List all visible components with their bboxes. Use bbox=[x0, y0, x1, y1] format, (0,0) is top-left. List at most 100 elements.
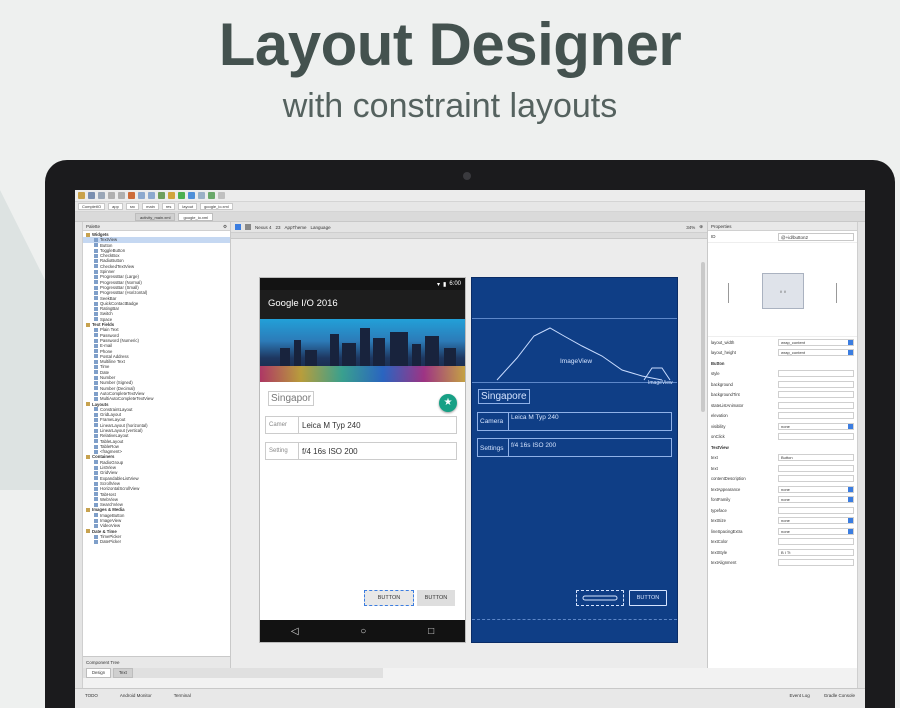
tool-window-bar: TODO Android Monitor Terminal Event Log … bbox=[75, 688, 865, 708]
property-field[interactable] bbox=[778, 370, 854, 378]
cut-icon[interactable] bbox=[128, 192, 135, 199]
breadcrumb-item[interactable]: CompletIO bbox=[78, 203, 106, 210]
app-title[interactable]: Google I/O 2016 bbox=[268, 298, 338, 309]
property-row: visibility none bbox=[708, 421, 857, 432]
save-icon[interactable] bbox=[88, 192, 95, 199]
bp-settings-value[interactable]: f/4 16s ISO 200 bbox=[508, 438, 672, 457]
property-field[interactable]: Button bbox=[778, 454, 854, 462]
breadcrumb-item[interactable]: main bbox=[142, 203, 159, 210]
widget-icon bbox=[94, 460, 98, 465]
tab-design[interactable]: Design bbox=[86, 668, 112, 678]
camera-value[interactable]: Leica M Typ 240 bbox=[298, 417, 456, 433]
imageview-mountain-icon[interactable] bbox=[472, 318, 678, 384]
breadcrumb-item[interactable]: res bbox=[161, 203, 176, 210]
settings-row[interactable]: Setting f/4 16s ISO 200 bbox=[265, 442, 457, 460]
todo-tab[interactable]: TODO bbox=[85, 693, 98, 698]
open-folder-icon[interactable] bbox=[78, 192, 85, 199]
design-mode-icon[interactable] bbox=[235, 224, 241, 230]
phone-preview: ▾ ▮ 6:00 Google I/O 2016 ★ Singapor Came… bbox=[259, 277, 466, 643]
left-tool-strip[interactable] bbox=[75, 222, 83, 696]
sdk-manager-icon[interactable] bbox=[208, 192, 215, 199]
component-tree-header[interactable]: Component Tree bbox=[83, 656, 231, 668]
property-field[interactable] bbox=[778, 464, 854, 472]
terminal-tab[interactable]: Terminal bbox=[174, 693, 191, 698]
imageview-label: ImageView bbox=[560, 358, 593, 365]
property-dropdown[interactable]: none bbox=[778, 496, 854, 504]
back-icon[interactable]: ◁ bbox=[291, 626, 299, 637]
property-field[interactable] bbox=[778, 380, 854, 388]
home-icon[interactable]: ○ bbox=[360, 626, 366, 637]
android-monitor-tab[interactable]: Android Monitor bbox=[120, 693, 152, 698]
fab-star-icon[interactable]: ★ bbox=[439, 394, 457, 412]
undo-icon[interactable] bbox=[108, 192, 115, 199]
camera-row[interactable]: Camer Leica M Typ 240 bbox=[265, 416, 457, 434]
bp-button[interactable]: BUTTON bbox=[629, 590, 667, 606]
property-dropdown[interactable]: wrap_content bbox=[778, 349, 854, 357]
property-field[interactable]: B I Tt bbox=[778, 548, 854, 556]
bp-selected-button[interactable] bbox=[576, 590, 624, 606]
property-field[interactable] bbox=[778, 433, 854, 441]
property-field[interactable] bbox=[778, 391, 854, 399]
debug-icon[interactable] bbox=[188, 192, 195, 199]
gradle-console-tab[interactable]: Gradle Console bbox=[824, 693, 855, 698]
property-dropdown[interactable]: none bbox=[778, 517, 854, 525]
property-dropdown[interactable]: none bbox=[778, 527, 854, 535]
building bbox=[330, 334, 339, 368]
property-field[interactable] bbox=[778, 559, 854, 567]
bp-camera-value[interactable]: Leica M Typ 240 bbox=[508, 412, 672, 431]
api-selector[interactable]: 23 bbox=[276, 225, 281, 230]
language-selector[interactable]: Language bbox=[311, 225, 331, 230]
orientation-icon[interactable] bbox=[245, 224, 251, 230]
build-icon[interactable] bbox=[168, 192, 175, 199]
sync-icon[interactable] bbox=[98, 192, 105, 199]
constraint-box[interactable]: ∨ ∨ bbox=[762, 273, 804, 309]
widget-icon bbox=[94, 354, 98, 359]
property-row: text Button bbox=[708, 453, 857, 464]
property-field[interactable] bbox=[778, 412, 854, 420]
property-field[interactable] bbox=[778, 538, 854, 546]
widget-icon bbox=[94, 375, 98, 380]
paste-icon[interactable] bbox=[148, 192, 155, 199]
run-icon[interactable] bbox=[178, 192, 185, 199]
city-text[interactable]: Singapor bbox=[268, 391, 315, 406]
settings-value[interactable]: f/4 16s ISO 200 bbox=[298, 443, 456, 459]
tab-google-io[interactable]: google_io.xml bbox=[178, 212, 214, 221]
widget-icon bbox=[94, 259, 98, 264]
redo-icon[interactable] bbox=[118, 192, 125, 199]
property-field[interactable] bbox=[778, 401, 854, 409]
event-log-tab[interactable]: Event Log bbox=[789, 693, 809, 698]
property-field[interactable] bbox=[778, 506, 854, 514]
zoom-level[interactable]: 34% bbox=[686, 225, 695, 230]
find-icon[interactable] bbox=[158, 192, 165, 199]
bp-city-text[interactable]: Singapore bbox=[478, 389, 530, 404]
tab-activity-main[interactable]: activity_main.xml bbox=[135, 212, 176, 221]
widget-icon bbox=[94, 243, 98, 248]
breadcrumb-item[interactable]: layout bbox=[178, 203, 198, 210]
settings-icon[interactable]: ⚙ bbox=[223, 222, 227, 230]
constraint-widget[interactable]: ∨ ∨ bbox=[708, 243, 857, 337]
zoom-in-icon[interactable]: ⊕ bbox=[699, 224, 703, 230]
hero-image[interactable] bbox=[260, 319, 465, 382]
breadcrumb-item[interactable]: src bbox=[125, 203, 140, 210]
property-dropdown[interactable]: none bbox=[778, 485, 854, 493]
avd-manager-icon[interactable] bbox=[198, 192, 205, 199]
id-field[interactable]: @+id/button2 bbox=[778, 232, 854, 241]
property-dropdown[interactable]: wrap_content bbox=[778, 338, 854, 346]
breadcrumb-item[interactable]: app bbox=[108, 203, 123, 210]
device-selector[interactable]: Nexus 4 bbox=[255, 225, 272, 230]
right-tool-strip[interactable] bbox=[857, 222, 865, 696]
breadcrumb-item[interactable]: google_io.xml bbox=[200, 203, 233, 210]
building bbox=[412, 344, 421, 368]
button[interactable]: BUTTON bbox=[417, 590, 455, 606]
property-field[interactable] bbox=[778, 475, 854, 483]
tab-text[interactable]: Text bbox=[113, 668, 133, 678]
theme-selector[interactable]: AppTheme bbox=[285, 225, 307, 230]
property-dropdown[interactable]: none bbox=[778, 422, 854, 430]
status-time: 6:00 bbox=[449, 281, 461, 287]
selected-button[interactable]: BUTTON bbox=[364, 590, 414, 606]
help-icon[interactable] bbox=[218, 192, 225, 199]
recents-icon[interactable]: □ bbox=[428, 626, 434, 637]
palette-item[interactable]: DatePicker bbox=[83, 539, 230, 544]
vertical-scrollbar[interactable] bbox=[701, 262, 705, 412]
copy-icon[interactable] bbox=[138, 192, 145, 199]
